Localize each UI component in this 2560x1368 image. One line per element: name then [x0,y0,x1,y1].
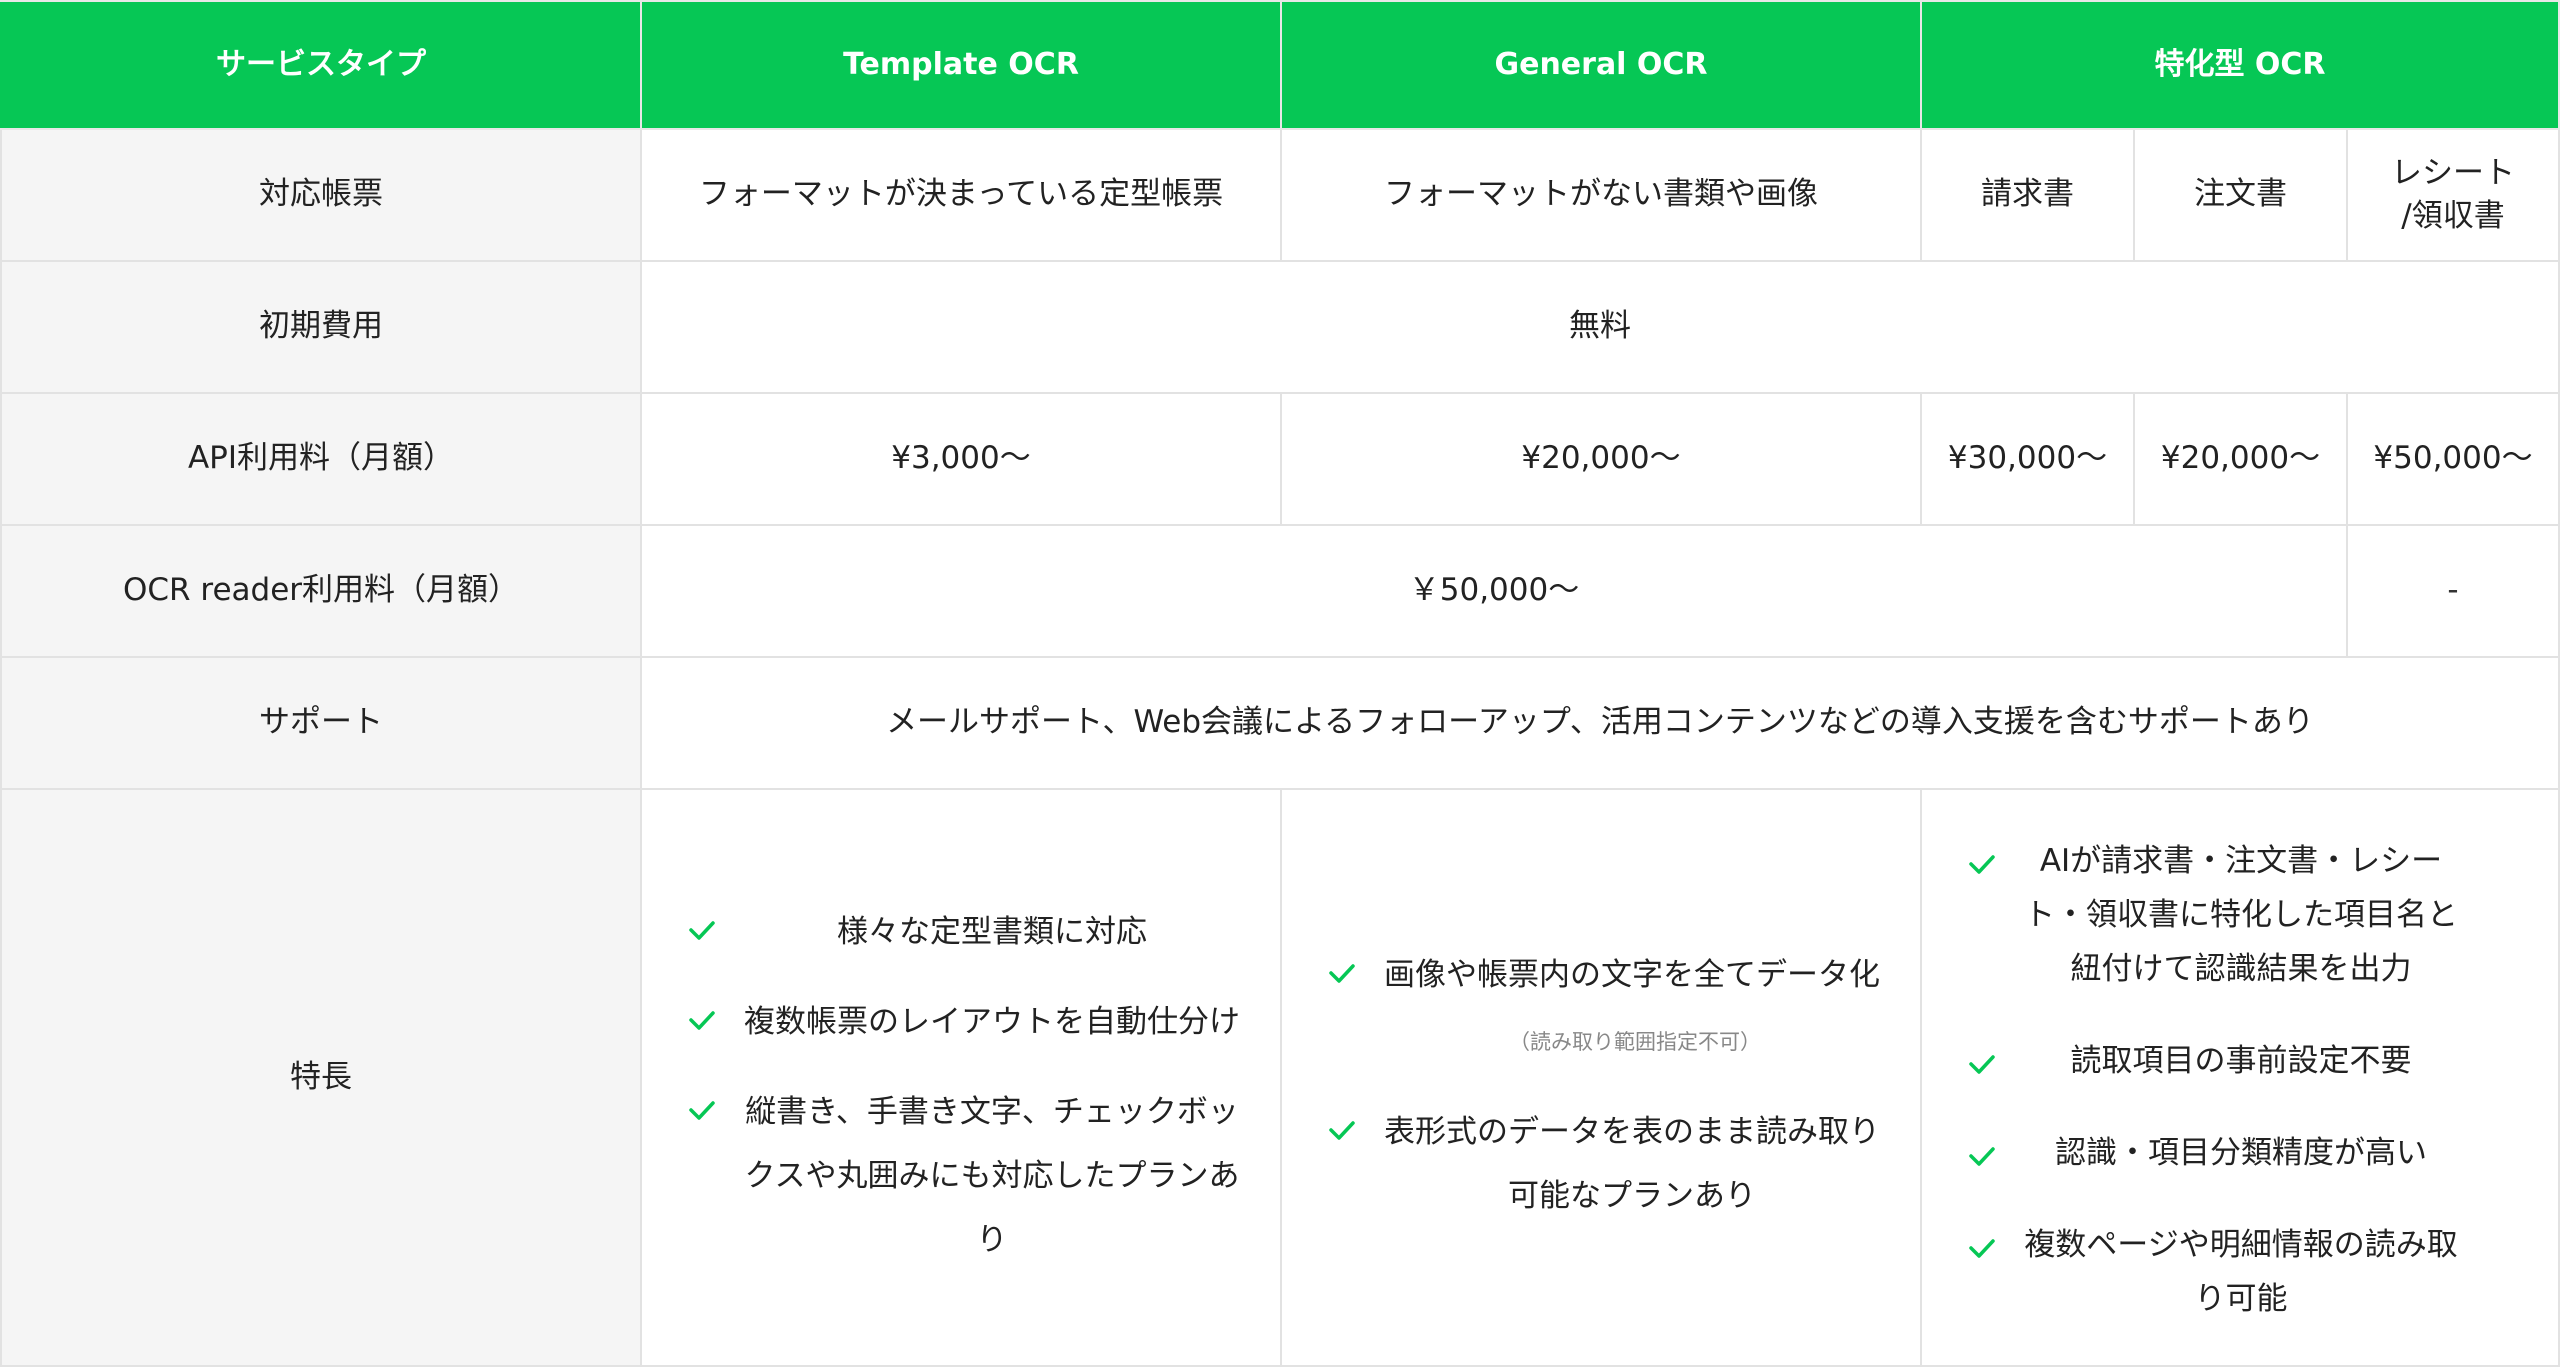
feature-text: 画像や帳票内の文字を全てデータ化 [1384,957,1880,993]
check-icon [1968,1144,1996,1168]
feature-item: 認識・項目分類精度が高い [1968,1126,2468,1180]
header-template-ocr: Template OCR [640,0,1282,130]
check-icon [1328,961,1356,985]
feature-item: 縦書き、手書き文字、チェックボックスや丸囲みにも対応したプランあり [688,1080,1250,1272]
row-label-api-fee: API利用料（月額） [0,392,642,526]
check-icon [1968,1052,1996,1076]
cell-api-fee-general: ¥20,000〜 [1280,392,1922,526]
header-specialized-ocr: 特化型 OCR [1919,0,2560,130]
row-label-reader-fee: OCR reader利用料（月額） [0,524,642,658]
check-icon [1328,1118,1356,1142]
cell-api-fee-template: ¥3,000〜 [640,392,1282,526]
table-row-support: サポート メールサポート、Web会議によるフォローアップ、活用コンテンツなどの導… [0,656,2560,790]
row-label-features: 特長 [0,788,642,1367]
cell-features-template: 様々な定型書類に対応 複数帳票のレイアウトを自動仕分け 縦書き、手書き文字、チェ… [640,788,1282,1367]
cell-documents-general: フォーマットがない書類や画像 [1280,128,1922,262]
feature-text: AIが請求書・注文書・レシート・領収書に特化した項目名と紐付けて認識結果を出力 [2024,842,2458,987]
row-label-support: サポート [0,656,642,790]
table-row-api-fee: API利用料（月額） ¥3,000〜 ¥20,000〜 ¥30,000〜 ¥20… [0,392,2560,526]
check-icon [688,1008,716,1032]
feature-item: 複数帳票のレイアウトを自動仕分け [688,990,1250,1054]
table-row-initial-cost: 初期費用 無料 [0,260,2560,394]
feature-list-specialized: AIが請求書・注文書・レシート・領収書に特化した項目名と紐付けて認識結果を出力 … [1922,792,2558,1326]
feature-list-general: 画像や帳票内の文字を全てデータ化 （読み取り範囲指定不可） 表形式のデータを表のま… [1282,901,1920,1228]
table-header-row: サービスタイプ Template OCR General OCR 特化型 OCR [0,0,2560,130]
receipt-label-line1: レシート [2391,154,2515,191]
check-icon [1968,1236,1996,1260]
feature-text: 表形式のデータを表のまま読み取り可能なプランあり [1384,1114,1880,1214]
feature-item: AIが請求書・注文書・レシート・領収書に特化した項目名と紐付けて認識結果を出力 [1968,834,2468,996]
check-icon [688,918,716,942]
feature-item: 表形式のデータを表のまま読み取り可能なプランあり [1328,1100,1890,1228]
cell-initial-cost: 無料 [639,260,2560,394]
feature-text: 複数ページや明細情報の読み取り可能 [2024,1226,2458,1317]
cell-features-general: 画像や帳票内の文字を全てデータ化 （読み取り範囲指定不可） 表形式のデータを表のま… [1280,788,1922,1367]
check-icon [1968,852,1996,876]
cell-documents-template: フォーマットが決まっている定型帳票 [640,128,1282,262]
cell-reader-fee: ￥50,000〜 [640,524,2348,658]
table-row-reader-fee: OCR reader利用料（月額） ￥50,000〜 - [0,524,2560,658]
check-icon [688,1098,716,1122]
feature-item: 読取項目の事前設定不要 [1968,1034,2468,1088]
feature-item: 画像や帳票内の文字を全てデータ化 （読み取り範囲指定不可） [1328,943,1890,1074]
cell-api-fee-receipt: ¥50,000〜 [2345,392,2560,526]
feature-text: 縦書き、手書き文字、チェックボックスや丸囲みにも対応したプランあり [744,1093,1240,1258]
feature-text: 認識・項目分類精度が高い [2055,1134,2427,1171]
table-row-documents: 対応帳票 フォーマットが決まっている定型帳票 フォーマットがない書類や画像 請求… [0,128,2560,262]
cell-api-fee-invoice: ¥30,000〜 [1920,392,2135,526]
table-row-features: 特長 様々な定型書類に対応 複数帳票のレイアウトを自動仕分け 縦書き、手書き文字… [0,788,2560,1367]
feature-note: （読み取り範囲指定不可） [1509,1030,1761,1054]
cell-documents-order: 注文書 [2133,128,2348,262]
cell-features-specialized: AIが請求書・注文書・レシート・領収書に特化した項目名と紐付けて認識結果を出力 … [1919,788,2560,1367]
cell-reader-fee-receipt: - [2345,524,2560,658]
ocr-plan-comparison: サービスタイプ Template OCR General OCR 特化型 OCR… [0,0,2560,1367]
feature-item: 様々な定型書類に対応 [688,900,1250,964]
cell-api-fee-order: ¥20,000〜 [2133,392,2348,526]
cell-support: メールサポート、Web会議によるフォローアップ、活用コンテンツなどの導入支援を含… [639,656,2560,790]
cell-documents-receipt: レシート /領収書 [2345,128,2560,262]
receipt-label-line2: /領収書 [2401,198,2505,234]
cell-documents-invoice: 請求書 [1920,128,2135,262]
feature-text: 様々な定型書類に対応 [837,913,1147,950]
feature-item: 複数ページや明細情報の読み取り可能 [1968,1218,2468,1326]
plan-comparison-table: サービスタイプ Template OCR General OCR 特化型 OCR… [0,0,2560,1367]
feature-text: 複数帳票のレイアウトを自動仕分け [744,1003,1240,1040]
header-service-type: サービスタイプ [0,0,642,130]
header-general-ocr: General OCR [1280,0,1922,130]
feature-list-template: 様々な定型書類に対応 複数帳票のレイアウトを自動仕分け 縦書き、手書き文字、チェ… [642,858,1280,1272]
row-label-initial-cost: 初期費用 [0,260,642,394]
feature-text: 読取項目の事前設定不要 [2070,1042,2412,1079]
row-label-documents: 対応帳票 [0,128,642,262]
